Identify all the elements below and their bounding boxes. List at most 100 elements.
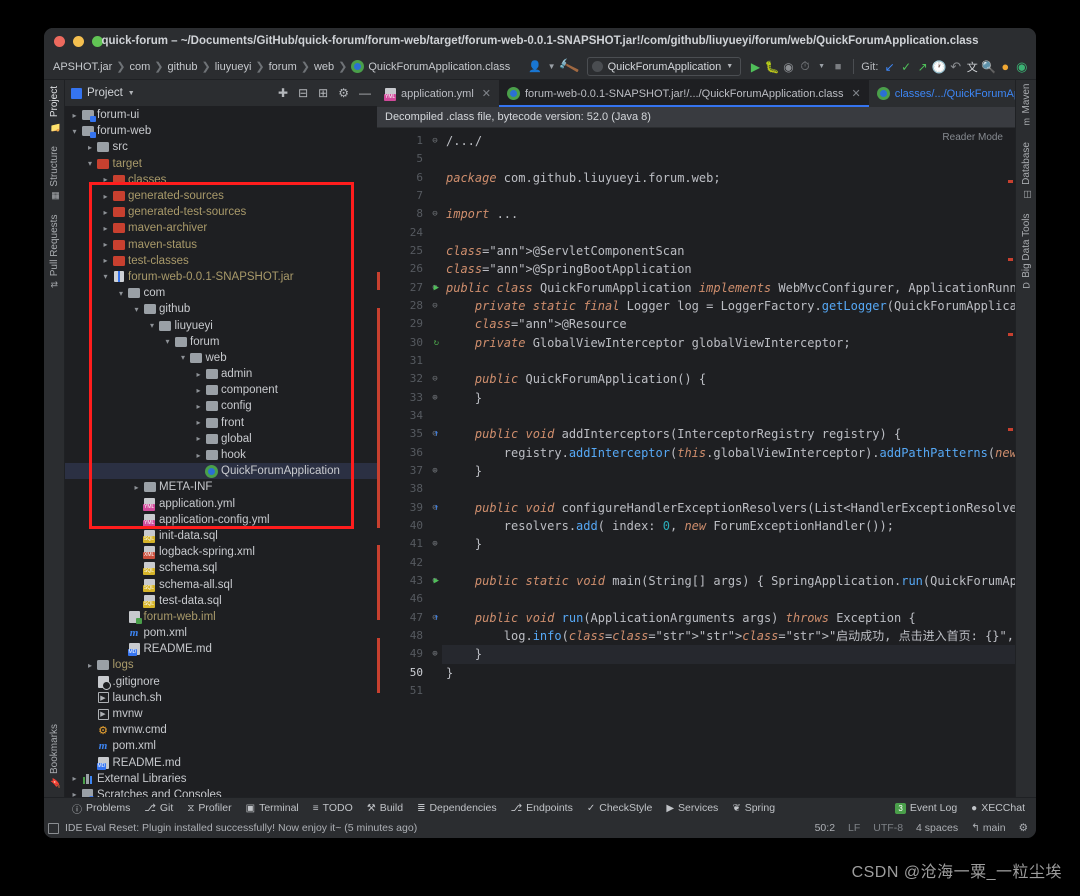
tree-node[interactable]: schema-all.sql (65, 576, 377, 592)
fold-marker[interactable]: ⊖ (428, 297, 442, 315)
updates-icon[interactable]: ● (997, 58, 1014, 75)
sidebar-item-database[interactable]: ◫ Database (1021, 142, 1032, 199)
tree-node[interactable]: ▾ forum-web (65, 123, 377, 139)
tree-node[interactable]: application-config.yml (65, 512, 377, 528)
breadcrumb-item[interactable]: com (127, 61, 154, 73)
tree-expand-arrow-icon[interactable]: ▸ (193, 386, 204, 395)
tree-node[interactable]: README.md (65, 641, 377, 657)
tree-expand-arrow-icon[interactable]: ▸ (69, 111, 80, 120)
collapse-all-icon[interactable]: ⊞ (318, 86, 328, 100)
tree-node[interactable]: ▸ External Libraries (65, 771, 377, 787)
expand-all-icon[interactable]: ⊟ (298, 86, 308, 100)
tree-node[interactable]: ▾ liuyueyi (65, 317, 377, 333)
tool-window-button-terminal[interactable]: ▣ Terminal (239, 802, 306, 814)
tree-node[interactable]: logback-spring.xml (65, 544, 377, 560)
tree-expand-arrow-icon[interactable]: ▸ (100, 208, 111, 217)
inspection-widget-icon[interactable]: ⚙ (1019, 822, 1028, 834)
tree-expand-arrow-icon[interactable]: ▸ (69, 790, 80, 797)
editor-tab-classes-class[interactable]: classes/.../QuickForumApplication.class … (869, 80, 1015, 107)
tree-node[interactable]: ▸ META-INF (65, 479, 377, 495)
sidebar-item-maven[interactable]: m Maven (1021, 84, 1032, 126)
tree-expand-arrow-icon[interactable]: ▾ (100, 272, 111, 281)
tree-node[interactable]: README.md (65, 755, 377, 771)
tree-expand-arrow-icon[interactable]: ▸ (193, 370, 204, 379)
sidebar-item-project[interactable]: 📁 Project (49, 86, 60, 132)
tree-expand-arrow-icon[interactable]: ▾ (147, 321, 158, 330)
run-icon[interactable]: ▶ (747, 58, 764, 75)
tree-expand-arrow-icon[interactable]: ▸ (100, 240, 111, 249)
run-gutter-icon[interactable]: ▶ (434, 279, 439, 297)
tree-expand-arrow-icon[interactable]: ▸ (85, 143, 96, 152)
tree-expand-arrow-icon[interactable]: ▸ (69, 774, 80, 783)
tool-window-button-spring[interactable]: ❦ Spring (725, 802, 782, 814)
tool-window-button-endpoints[interactable]: ⎇ Endpoints (504, 802, 580, 814)
fold-marker[interactable]: ⊖ (428, 205, 442, 223)
sidebar-item-pull-requests[interactable]: ⇅ Pull Requests (49, 215, 60, 288)
caret-position[interactable]: 50:2 (815, 822, 835, 834)
breadcrumb-item[interactable]: liuyueyi (212, 61, 255, 73)
history-icon[interactable]: 🕐 (931, 58, 948, 75)
tree-expand-arrow-icon[interactable]: ▾ (131, 305, 142, 314)
user-profile-icon[interactable]: 👤 (527, 58, 544, 75)
minimize-window-button[interactable] (73, 35, 84, 47)
tree-node[interactable]: ▾ forum (65, 334, 377, 350)
tool-window-button-problems[interactable]: ⓘ Problems (65, 801, 137, 816)
code-view[interactable]: 1 5 6 7 8 24 25 26 27 ▶ 28 29 30 ↻ 31 32 33 34 35 ↑ 36 37 38 39… (377, 128, 1015, 797)
breadcrumb-item[interactable]: github (165, 61, 201, 73)
chevron-down-icon[interactable]: ▼ (128, 90, 135, 97)
run-configuration-selector[interactable]: QuickForumApplication ▼ (586, 57, 742, 76)
chevron-down-icon[interactable]: ▼ (813, 58, 830, 75)
tool-window-button-build[interactable]: ⚒ Build (360, 802, 410, 814)
git-branch[interactable]: ↰ main (971, 822, 1006, 834)
sidebar-item-big-data-tools[interactable]: D Big Data Tools (1021, 214, 1032, 289)
tree-expand-arrow-icon[interactable]: ▾ (178, 353, 189, 362)
fold-marker[interactable]: ⊕ (428, 389, 442, 407)
file-encoding[interactable]: UTF-8 (873, 822, 903, 834)
tree-expand-arrow-icon[interactable]: ▾ (69, 127, 80, 136)
fold-marker[interactable]: ⊕ (428, 645, 442, 663)
tree-node[interactable]: ▸ generated-sources (65, 188, 377, 204)
rollback-icon[interactable]: ↶ (947, 58, 964, 75)
breadcrumb-item[interactable]: forum (266, 61, 300, 73)
maximize-window-button[interactable] (92, 35, 103, 47)
gear-icon[interactable]: ⚙ (338, 86, 349, 100)
tree-node[interactable]: .gitignore (65, 674, 377, 690)
tree-node[interactable]: ▸ src (65, 139, 377, 155)
tree-node[interactable]: ▾ web (65, 350, 377, 366)
close-window-button[interactable] (54, 35, 65, 47)
tree-node[interactable]: test-data.sql (65, 593, 377, 609)
override-method-gutter-icon[interactable]: ↑ (434, 499, 439, 517)
tree-expand-arrow-icon[interactable]: ▸ (85, 661, 96, 670)
fold-marker[interactable]: ⊕ (428, 535, 442, 553)
tool-window-button-services[interactable]: ▶ Services (659, 802, 725, 814)
hammer-icon[interactable]: 🔨 (557, 56, 580, 78)
tree-expand-arrow-icon[interactable]: ▸ (193, 418, 204, 427)
tree-node[interactable]: ▾ forum-web-0.0.1-SNAPSHOT.jar (65, 269, 377, 285)
ide-icon[interactable]: ◉ (1014, 58, 1031, 75)
tree-expand-arrow-icon[interactable]: ▸ (193, 434, 204, 443)
breadcrumb-item-file[interactable]: QuickForumApplication.class (348, 60, 513, 73)
indent-setting[interactable]: 4 spaces (916, 822, 958, 834)
sidebar-item-bookmarks[interactable]: 🔖 Bookmarks (49, 724, 60, 789)
tree-node[interactable]: init-data.sql (65, 528, 377, 544)
tree-node[interactable]: ⚙ mvnw.cmd (65, 722, 377, 738)
tree-node[interactable]: ▸ classes (65, 172, 377, 188)
tree-node[interactable]: schema.sql (65, 560, 377, 576)
translate-icon[interactable]: 文 (964, 58, 981, 75)
breadcrumb-item[interactable]: APSHOT.jar (50, 61, 115, 73)
tree-expand-arrow-icon[interactable]: ▾ (85, 159, 96, 168)
tool-window-button-xecchat[interactable]: ● XECChat (964, 802, 1032, 814)
tree-node[interactable]: m pom.xml (65, 738, 377, 754)
run-gutter-icon[interactable]: ▶ (434, 572, 439, 590)
line-separator[interactable]: LF (848, 822, 860, 834)
locate-file-icon[interactable]: ✚ (278, 86, 288, 100)
tree-node[interactable]: ▸ maven-archiver (65, 220, 377, 236)
tree-node[interactable]: ▸ generated-test-sources (65, 204, 377, 220)
git-update-icon[interactable]: ↙ (881, 58, 898, 75)
tree-node[interactable]: ▸ test-classes (65, 253, 377, 269)
tree-expand-arrow-icon[interactable]: ▸ (100, 256, 111, 265)
tool-window-button-event-log[interactable]: 3 Event Log (888, 802, 964, 814)
tree-node[interactable]: ▸ global (65, 431, 377, 447)
tree-node[interactable]: ▸ Scratches and Consoles (65, 787, 377, 797)
tree-expand-arrow-icon[interactable]: ▾ (116, 289, 127, 298)
